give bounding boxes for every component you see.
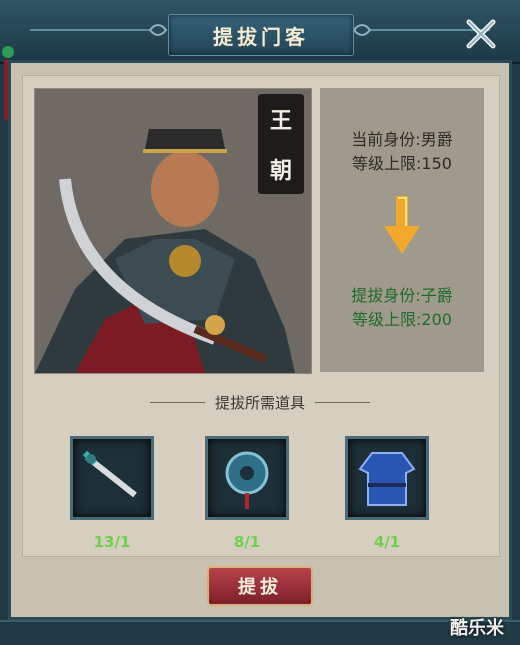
dialog-title: 提拔门客 [213,24,309,49]
next-level-cap: 等级上限:200 [352,310,452,329]
blue-robe-item-icon [358,452,416,506]
title-plate: 提拔门客 [168,14,354,56]
promote-button-label: 提拔 [238,577,282,598]
jade-pendant-item-icon [225,451,269,509]
sword-item-icon [82,450,137,498]
hero-name-plate: 王 朝 [258,94,304,194]
down-arrow-icon [384,196,420,254]
rank-info-panel: 当前身份:男爵 等级上限:150 提拔身份:子爵 等级上限:200 [320,88,484,372]
dialog-footer [0,620,520,645]
divider-right [315,401,371,403]
item-count-sword: 13/1 [93,533,131,551]
hero-name-char-1: 王 [269,109,292,134]
required-items-label: 提拔所需道具 [215,393,306,412]
current-level-cap: 等级上限:150 [352,154,452,173]
item-count-robe: 4/1 [373,533,401,551]
item-slot-pendant[interactable] [205,436,289,520]
dialog-header: 提拔门客 [0,0,520,64]
close-button[interactable] [458,14,504,54]
item-slot-robe[interactable] [345,436,429,520]
watermark-text: 酷乐米 [450,618,504,639]
item-slot-sword[interactable] [70,436,154,520]
promote-button[interactable]: 提拔 [207,566,313,606]
required-items-header: 提拔所需道具 [150,390,371,414]
close-x-icon [466,19,496,49]
divider-left [150,401,205,403]
next-rank: 提拔身份:子爵 [351,286,453,305]
current-rank: 当前身份:男爵 [351,130,453,149]
hero-name-char-2: 朝 [269,159,292,184]
item-count-pendant: 8/1 [233,533,261,551]
